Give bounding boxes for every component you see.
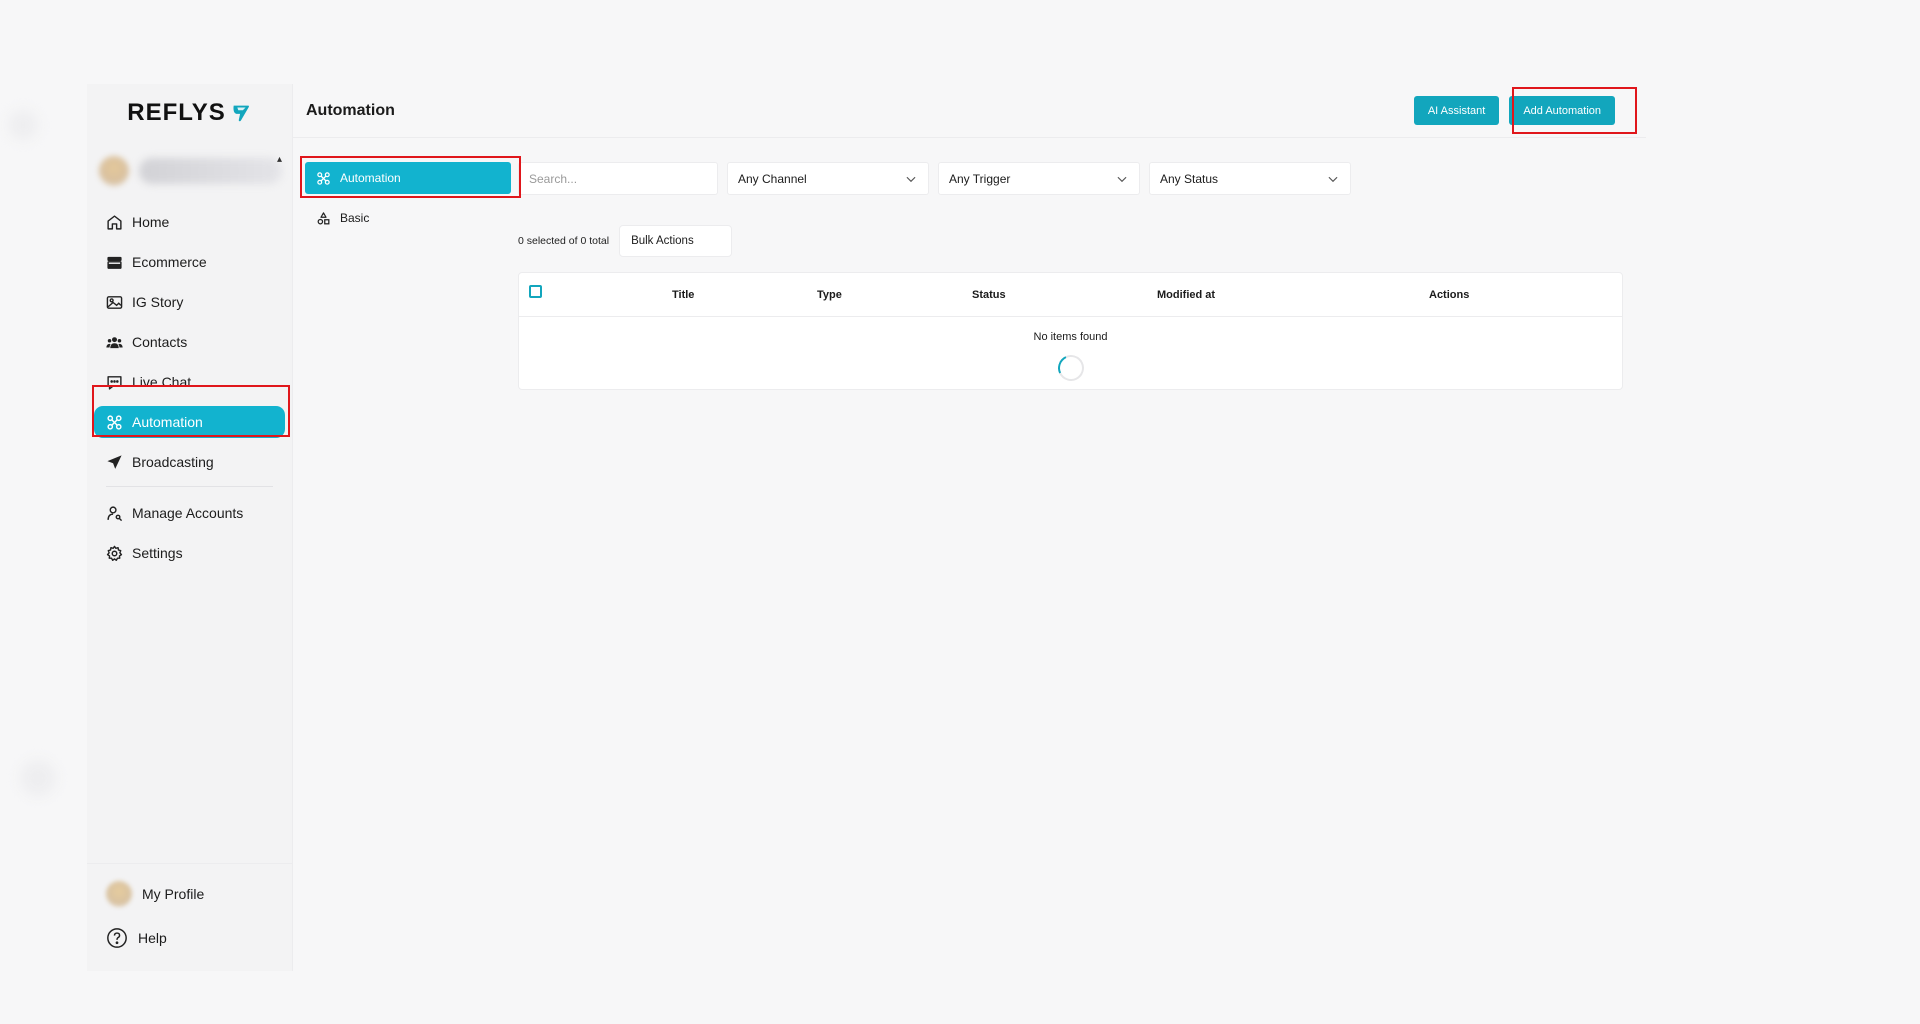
user-key-icon <box>107 505 123 521</box>
home-icon <box>107 214 122 230</box>
sidebar-item-label: IG Story <box>132 294 184 310</box>
sidebar-item-label: Broadcasting <box>132 454 214 470</box>
profile-avatar <box>106 881 132 907</box>
subnav-item-label: Basic <box>340 211 370 225</box>
sidebar-item-ecommerce[interactable]: Ecommerce <box>94 246 285 278</box>
help-label: Help <box>138 930 167 946</box>
automation-table: Title Type Status Modified at Actions No… <box>518 272 1623 390</box>
empty-state: No items found <box>1033 331 1108 343</box>
column-header-actions: Actions <box>1429 289 1470 301</box>
trigger-select[interactable]: Any Trigger <box>938 162 1140 195</box>
bulk-actions-button[interactable]: Bulk Actions <box>619 225 733 257</box>
store-icon <box>107 256 122 269</box>
status-select[interactable]: Any Status <box>1149 162 1351 195</box>
search-input[interactable] <box>518 162 718 195</box>
subnav-item-label: Automation <box>340 171 401 185</box>
loading-spinner <box>1053 351 1088 385</box>
sidebar-item-automation[interactable]: Automation <box>94 406 285 438</box>
channel-select-value: Any Channel <box>738 171 807 186</box>
automation-icon <box>107 414 122 430</box>
sidebar-item-label: Settings <box>132 545 183 561</box>
channel-select[interactable]: Any Channel <box>727 162 929 195</box>
select-all-checkbox[interactable] <box>529 285 542 298</box>
brand-mark-icon <box>233 105 249 122</box>
chevron-down-icon <box>1117 176 1127 182</box>
bulk-actions-row: 0 selected of 0 total Bulk Actions <box>518 225 1623 257</box>
sidebar-nav: Home Ecommerce IG Story Contacts Live Ch… <box>87 206 292 569</box>
main-content: Automation AI Assistant Add Automation A… <box>293 84 1646 971</box>
sidebar-footer: My Profile Help <box>87 863 292 971</box>
column-header-modified[interactable]: Modified at <box>1157 289 1215 301</box>
sidebar-item-label: Contacts <box>132 334 188 350</box>
help-icon <box>107 928 127 948</box>
sidebar-item-label: Automation <box>132 414 203 430</box>
automation-subnav: Automation Basic <box>293 162 518 390</box>
account-switcher[interactable]: ▴ <box>95 146 282 196</box>
caret-icon: ▴ <box>276 154 282 165</box>
sidebar-item-manage-accounts[interactable]: Manage Accounts <box>94 497 285 529</box>
automation-icon <box>317 171 330 185</box>
trigger-select-value: Any Trigger <box>949 171 1011 186</box>
sidebar-item-label: Ecommerce <box>132 254 207 270</box>
filter-bar: Any Channel Any Trigger Any Status <box>518 162 1623 195</box>
image-icon <box>106 295 123 309</box>
chevron-down-icon <box>906 176 916 182</box>
chevron-down-icon <box>1328 176 1338 182</box>
send-icon <box>107 454 122 469</box>
status-select-value: Any Status <box>1160 171 1219 186</box>
background-blur <box>20 760 56 796</box>
column-header-type[interactable]: Type <box>817 289 842 301</box>
account-avatar <box>99 156 129 186</box>
page-title: Automation <box>306 101 395 119</box>
sidebar-item-ig-story[interactable]: IG Story <box>94 286 285 318</box>
background-blur <box>8 110 38 140</box>
my-profile-label: My Profile <box>142 886 205 902</box>
sidebar-item-broadcasting[interactable]: Broadcasting <box>94 446 285 478</box>
topbar: Automation AI Assistant Add Automation <box>293 84 1646 138</box>
sidebar-item-settings[interactable]: Settings <box>94 537 285 569</box>
column-header-title[interactable]: Title <box>672 289 694 301</box>
account-name-redacted <box>139 158 282 184</box>
subnav-item-automation[interactable]: Automation <box>305 162 511 194</box>
subnav-item-basic[interactable]: Basic <box>305 202 518 234</box>
app-window: REFLYS ▴ Home Ecommerce IG Story Contact… <box>87 84 1646 971</box>
ai-assistant-button[interactable]: AI Assistant <box>1413 96 1500 125</box>
sidebar-divider <box>106 486 273 487</box>
chat-icon <box>107 375 122 390</box>
sidebar-item-label: Home <box>132 214 170 230</box>
column-header-status[interactable]: Status <box>972 289 1006 301</box>
content-area: Automation Basic Any Channel Any Trigger <box>293 138 1646 390</box>
my-profile-link[interactable]: My Profile <box>102 878 277 910</box>
table-header: Title Type Status Modified at Actions <box>519 273 1622 317</box>
add-automation-button[interactable]: Add Automation <box>1509 96 1615 125</box>
sidebar-item-home[interactable]: Home <box>94 206 285 238</box>
sidebar-item-contacts[interactable]: Contacts <box>94 326 285 358</box>
help-link[interactable]: Help <box>102 922 277 954</box>
sidebar: REFLYS ▴ Home Ecommerce IG Story Contact… <box>87 84 293 971</box>
shapes-icon <box>317 211 330 224</box>
sidebar-item-label: Manage Accounts <box>132 505 244 521</box>
brand-logo[interactable]: REFLYS <box>87 84 292 140</box>
brand-name: REFLYS <box>127 99 226 126</box>
sidebar-item-label: Live Chat <box>132 374 192 390</box>
topbar-actions: AI Assistant Add Automation <box>1413 96 1630 125</box>
selection-count: 0 selected of 0 total <box>518 235 610 247</box>
gear-icon <box>106 545 123 561</box>
sidebar-item-live-chat[interactable]: Live Chat <box>94 366 285 398</box>
automation-panel: Any Channel Any Trigger Any Status 0 sel… <box>518 162 1623 390</box>
users-icon <box>106 336 123 348</box>
